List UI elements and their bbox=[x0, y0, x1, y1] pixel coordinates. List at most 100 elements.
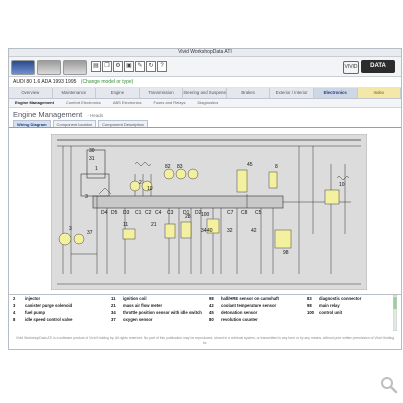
legend-text: oxygen sensor bbox=[123, 317, 153, 322]
copy-icon[interactable]: ❐ bbox=[102, 61, 112, 72]
legend-number: 4 bbox=[13, 310, 16, 315]
section-crumb: - Heads bbox=[87, 113, 104, 118]
diagram-label: C1 bbox=[135, 210, 142, 216]
diagram-label: C4 bbox=[155, 210, 162, 216]
sub-tabs: Engine Management Comfort Electronics AB… bbox=[9, 99, 401, 108]
diagram-label: 40 bbox=[207, 228, 213, 234]
application-window: Vivid WorkshopData ATI ▤ ❐ ⚙ ▣ ✎ ↻ ? VIV… bbox=[8, 48, 402, 350]
vivid-badge: VIVID bbox=[343, 61, 359, 74]
diagram-label: D3 bbox=[123, 210, 130, 216]
tab-engine[interactable]: Engine bbox=[96, 88, 140, 98]
diagram-label: D1 bbox=[183, 210, 190, 216]
legend-text: mass air flow meter bbox=[123, 303, 163, 308]
diagram-label: 83 bbox=[177, 164, 183, 170]
main-tabs: Overview Maintenance Engine Transmission… bbox=[9, 88, 401, 99]
legend-grid: 2 injector 11 ignition coil 98 hall/HRE senso… bbox=[9, 295, 401, 323]
diagram-label: 3 bbox=[85, 194, 88, 200]
subtab-diagnostics[interactable]: Diagnostics bbox=[192, 99, 225, 107]
help-icon[interactable]: ? bbox=[157, 61, 167, 72]
doc-tab-wiring-diagram[interactable]: Wiring Diagram bbox=[13, 120, 51, 127]
legend-number: 21 bbox=[111, 303, 116, 308]
diagram-label: C7 bbox=[227, 210, 234, 216]
diagram-label: C5 bbox=[255, 210, 262, 216]
legend-text: injector bbox=[25, 296, 41, 301]
legend-text: diagnostic connector bbox=[319, 296, 362, 301]
change-model-link[interactable]: (Change model or type) bbox=[81, 79, 134, 85]
tab-electronics[interactable]: Electronics bbox=[313, 88, 358, 98]
wiring-diagram-area[interactable]: 30 31 1 2 3 11 21 37 82 83 45 8 100 34 28 40 32 42 98 10 3 10… bbox=[9, 134, 401, 293]
tab-transmission[interactable]: Transmission bbox=[140, 88, 184, 98]
subtab-abs-electronics[interactable]: ABS Electronics bbox=[107, 99, 148, 107]
legend-number: 45 bbox=[209, 310, 214, 315]
diagram-label: 31 bbox=[89, 156, 95, 162]
legend-number: 11 bbox=[111, 296, 116, 301]
toolbar-icons: ▤ ❐ ⚙ ▣ ✎ ↻ ? bbox=[91, 61, 167, 72]
print-icon[interactable]: ▤ bbox=[91, 61, 101, 72]
vehicle-info: AUDI 80 1.6 ADA 1993 1995 (Change model … bbox=[9, 77, 401, 88]
legend-text: detonation sensor bbox=[221, 310, 258, 315]
vehicle-thumbnail-1[interactable] bbox=[11, 60, 35, 75]
wiring-diagram: 303112311 213782 83 45 8100342840 32 429810310… bbox=[51, 134, 367, 290]
diagram-label: 2 bbox=[139, 180, 142, 186]
tools-icon[interactable]: ✎ bbox=[135, 61, 145, 72]
diagram-label: 10 bbox=[147, 186, 153, 192]
tab-steering-suspension[interactable]: Steering and Suspension bbox=[183, 88, 227, 98]
legend-text: main relay bbox=[319, 303, 340, 308]
legend-text: ignition coil bbox=[123, 296, 147, 301]
brand-logo: DATA bbox=[361, 60, 395, 73]
diagram-label: C2 bbox=[145, 210, 152, 216]
tab-exterior-interior[interactable]: Exterior / Interior bbox=[270, 88, 314, 98]
diagram-label: 21 bbox=[151, 222, 157, 228]
diagram-label: C3 bbox=[167, 210, 174, 216]
tab-maintenance[interactable]: Maintenance bbox=[53, 88, 97, 98]
refresh-icon[interactable]: ↻ bbox=[146, 61, 156, 72]
subtab-comfort-electronics[interactable]: Comfort Electronics bbox=[60, 99, 107, 107]
legend-number: 3 bbox=[13, 303, 16, 308]
diagram-label: 1 bbox=[95, 166, 98, 172]
diagram-label: 11 bbox=[123, 222, 128, 228]
diagram-label: 45 bbox=[247, 162, 253, 168]
legend-number: 8 bbox=[13, 317, 16, 322]
vehicle-thumbnail-2[interactable] bbox=[37, 60, 61, 75]
legend-text bbox=[319, 316, 399, 323]
diagram-label: 30 bbox=[89, 148, 95, 154]
legend-number: 80 bbox=[209, 317, 214, 322]
image-icon[interactable]: ▣ bbox=[124, 61, 134, 72]
doc-tab-component-location[interactable]: Component location bbox=[52, 120, 97, 127]
diagram-label: 10 bbox=[339, 182, 345, 188]
legend-number: 83 bbox=[307, 296, 312, 301]
diagram-label: 8 bbox=[275, 164, 278, 170]
doc-tab-component-description[interactable]: Component Description bbox=[98, 120, 148, 127]
diagram-label: C8 bbox=[241, 210, 248, 216]
legend-number: 2 bbox=[13, 296, 16, 301]
tab-overview[interactable]: Overview bbox=[9, 88, 53, 98]
legend-text: idle speed control valve bbox=[25, 317, 73, 322]
diagram-label: 98 bbox=[283, 250, 289, 256]
section-title: Engine Management bbox=[13, 110, 83, 119]
legend-scrollbar[interactable] bbox=[393, 295, 397, 331]
legend-text: fuel pump bbox=[25, 310, 46, 315]
settings-icon[interactable]: ⚙ bbox=[113, 61, 123, 72]
subtab-fuses-relays[interactable]: Fuses and Relays bbox=[148, 99, 192, 107]
diagram-label: 100 bbox=[201, 212, 210, 218]
tab-index[interactable]: Index bbox=[357, 88, 401, 98]
tab-brakes[interactable]: Brakes bbox=[227, 88, 271, 98]
legend-number: 100 bbox=[307, 310, 314, 315]
window-title: Vivid WorkshopData ATI bbox=[9, 49, 401, 57]
legend-text: canister purge solenoid bbox=[25, 303, 73, 308]
diagram-label: 42 bbox=[251, 228, 257, 234]
legend-text: coolant temperature sensor bbox=[221, 303, 277, 308]
diagram-label: 37 bbox=[87, 230, 93, 236]
legend-number: 37 bbox=[111, 317, 116, 322]
legend-number bbox=[307, 316, 319, 323]
legend-text: control unit bbox=[319, 310, 343, 315]
diagram-label: 32 bbox=[227, 228, 233, 234]
diagram-label: 34 bbox=[201, 228, 207, 234]
copyright-note: Vivid WorkshopData ATI is a software pro… bbox=[15, 336, 395, 345]
diagram-label: D5 bbox=[111, 210, 118, 216]
search-icon[interactable] bbox=[380, 376, 398, 394]
vehicle-thumbnail-3[interactable] bbox=[63, 60, 87, 75]
subtab-engine-management[interactable]: Engine Management bbox=[9, 99, 60, 107]
legend-number: 98 bbox=[209, 296, 214, 301]
document-tabs: Wiring Diagram Component location Compon… bbox=[9, 120, 401, 128]
